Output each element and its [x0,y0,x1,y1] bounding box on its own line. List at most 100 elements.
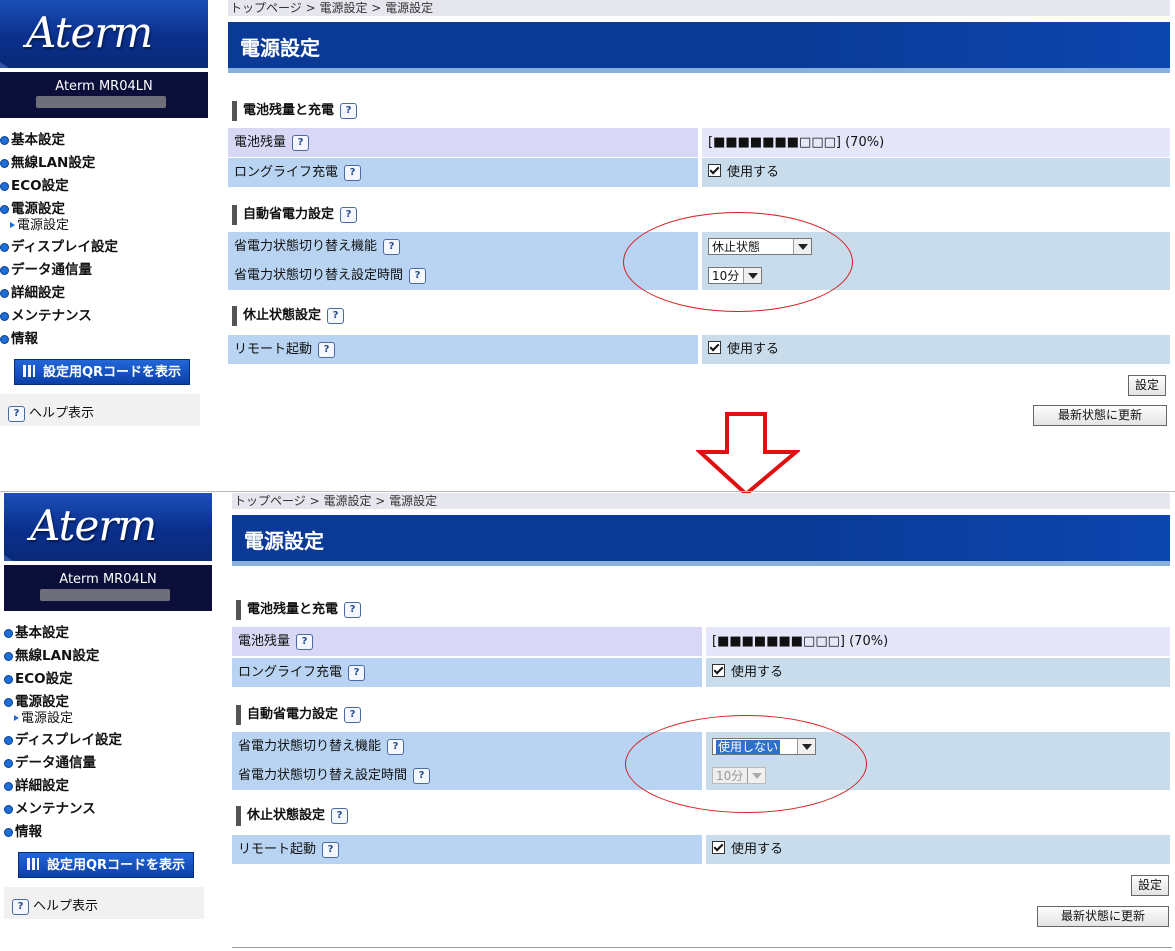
bullet-icon [0,289,9,298]
nav-power-sub[interactable]: 電源設定 [4,711,214,730]
row-remote: リモート起動? 使用する [232,835,1170,864]
row-battery-level: 電池残量? [■■■■■■■□□□] (70%) [232,627,1170,656]
nav-eco[interactable]: ECO設定 [4,669,214,692]
bullet-icon [4,759,13,768]
help-icon: ? [12,899,29,915]
nav-info[interactable]: 情報 [4,822,214,845]
qr-icon [26,858,39,870]
sidebar-nav: 基本設定 無線LAN設定 ECO設定 電源設定 電源設定 ディスプレイ設定 デー… [0,130,210,352]
page-title: 電源設定 [240,36,320,60]
bullet-icon [0,136,9,145]
help-label: ヘルプ表示 [33,899,99,914]
nav-display[interactable]: ディスプレイ設定 [0,237,210,260]
breadcrumb: トップページ > 電源設定 > 電源設定 [232,493,1170,509]
label-longlife: ロングライフ充電? [228,158,698,187]
nav-maintenance[interactable]: メンテナンス [4,799,214,822]
help-icon[interactable]: ? [348,665,366,681]
row-longlife: ロングライフ充電? 使用する [228,158,1170,187]
nav-info[interactable]: 情報 [0,329,210,352]
help-icon[interactable]: ? [344,707,362,723]
model-box: Aterm MR04LN [4,565,212,611]
help-box[interactable]: ? ヘルプ表示 [4,887,204,919]
model-box: Aterm MR04LN [0,72,208,118]
refresh-button[interactable]: 最新状態に更新 [1037,906,1169,927]
value-longlife: 使用する [702,158,1170,187]
nav-data[interactable]: データ通信量 [0,260,210,283]
redacted-device-id [36,96,166,108]
help-box[interactable]: ? ヘルプ表示 [0,394,200,426]
nav-wlan[interactable]: 無線LAN設定 [0,153,210,176]
help-icon[interactable]: ? [322,842,340,858]
bullet-icon [4,736,13,745]
bullet-icon [4,782,13,791]
nav-advanced[interactable]: 詳細設定 [4,776,214,799]
row-battery-level: 電池残量? [■■■■■■■□□□] (70%) [228,128,1170,157]
breadcrumb: トップページ > 電源設定 > 電源設定 [228,0,1170,16]
row-remote: リモート起動? 使用する [228,335,1170,364]
help-icon[interactable]: ? [327,308,345,324]
longlife-checkbox[interactable] [708,164,721,177]
qr-code-button[interactable]: 設定用QRコードを表示 [14,359,190,385]
bullet-icon [0,266,9,275]
red-annotation-circle [625,715,867,813]
row-longlife: ロングライフ充電? 使用する [232,658,1170,687]
qr-icon [22,365,35,377]
screenshot-before: Aterm Aterm MR04LN 基本設定 無線LAN設定 ECO設定 電源… [0,0,1175,440]
logo-text: Aterm [30,501,157,550]
remote-checkbox[interactable] [708,341,721,354]
nav-maintenance[interactable]: メンテナンス [0,306,210,329]
panel-separator [0,491,1175,492]
apply-button[interactable]: 設定 [1128,375,1166,396]
aterm-logo: Aterm [0,0,208,68]
label-longlife: ロングライフ充電? [232,658,702,687]
section-autosave: 自動省電力設定? [232,205,358,225]
value-longlife: 使用する [706,658,1170,687]
down-arrow-icon [696,412,800,496]
bullet-icon [0,182,9,191]
sidebar-nav: 基本設定 無線LAN設定 ECO設定 電源設定 電源設定 ディスプレイ設定 デー… [4,623,214,845]
help-icon[interactable]: ? [292,135,310,151]
refresh-button[interactable]: 最新状態に更新 [1033,405,1167,426]
nav-basic[interactable]: 基本設定 [0,130,210,153]
value-remote: 使用する [706,835,1170,864]
redacted-device-id [40,589,170,601]
apply-button[interactable]: 設定 [1131,875,1169,896]
help-icon[interactable]: ? [296,634,314,650]
section-sleep: 休止状態設定? [232,306,345,326]
model-name: Aterm MR04LN [59,572,157,587]
nav-basic[interactable]: 基本設定 [4,623,214,646]
help-icon[interactable]: ? [409,268,427,284]
label-remote: リモート起動? [232,835,702,864]
nav-wlan[interactable]: 無線LAN設定 [4,646,214,669]
label-battery-level: 電池残量? [232,627,702,656]
bullet-icon [4,675,13,684]
title-bar: 電源設定 [228,22,1170,73]
nav-power-sub[interactable]: 電源設定 [0,218,210,237]
help-icon[interactable]: ? [318,342,336,358]
title-bar: 電源設定 [232,515,1170,566]
help-icon[interactable]: ? [344,602,362,618]
nav-advanced[interactable]: 詳細設定 [0,283,210,306]
help-icon[interactable]: ? [413,768,431,784]
bullet-icon [0,243,9,252]
bullet-icon [0,205,9,214]
nav-data[interactable]: データ通信量 [4,753,214,776]
value-battery-level: [■■■■■■■□□□] (70%) [706,627,1170,656]
nav-eco[interactable]: ECO設定 [0,176,210,199]
section-sleep: 休止状態設定? [236,806,349,826]
qr-code-button[interactable]: 設定用QRコードを表示 [18,852,194,878]
help-icon[interactable]: ? [340,207,358,223]
remote-checkbox[interactable] [712,841,725,854]
help-icon[interactable]: ? [331,808,349,824]
longlife-checkbox[interactable] [712,664,725,677]
help-icon[interactable]: ? [383,239,401,255]
help-label: ヘルプ表示 [29,406,95,421]
help-icon[interactable]: ? [344,165,362,181]
help-icon[interactable]: ? [387,739,405,755]
triangle-icon [14,715,19,721]
value-remote: 使用する [702,335,1170,364]
help-icon[interactable]: ? [340,103,358,119]
section-battery: 電池残量と充電? [232,101,358,121]
bullet-icon [0,159,9,168]
nav-display[interactable]: ディスプレイ設定 [4,730,214,753]
